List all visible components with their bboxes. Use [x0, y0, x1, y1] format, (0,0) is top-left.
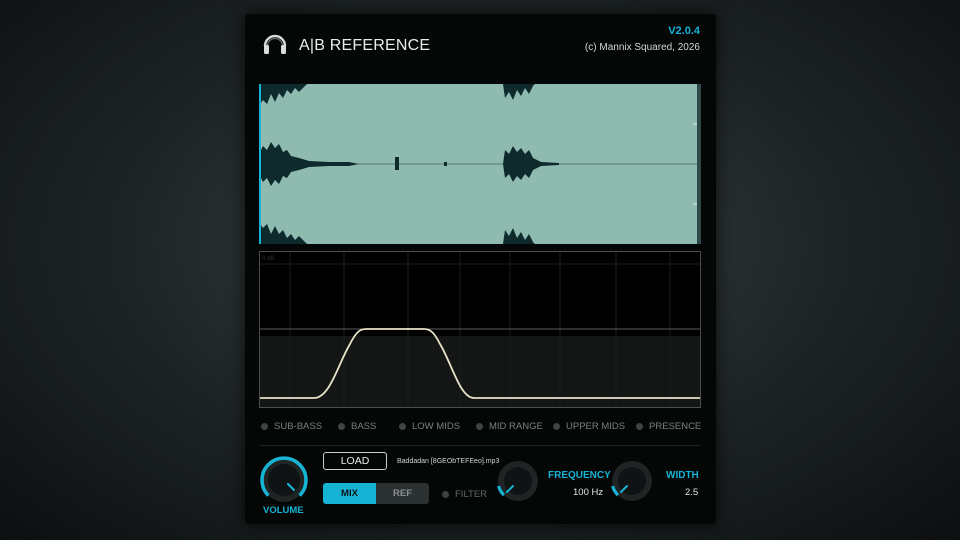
version-label: V2.0.4 [668, 25, 700, 37]
band-indicator-dot [636, 423, 643, 430]
band-bass[interactable]: BASS [338, 421, 376, 432]
mix-ref-toggle: MIX REF [323, 483, 429, 504]
ref-button[interactable]: REF [376, 483, 429, 504]
frequency-value: 100 Hz [573, 487, 604, 498]
frequency-label: FREQUENCY [548, 470, 611, 481]
width-label: WIDTH [666, 470, 699, 481]
mix-button[interactable]: MIX [323, 483, 376, 504]
load-button[interactable]: LOAD [323, 452, 387, 470]
band-indicator-dot [399, 423, 406, 430]
width-knob[interactable] [609, 458, 655, 504]
band-indicator-dot [476, 423, 483, 430]
band-presence[interactable]: PRESENCE [636, 421, 701, 432]
copyright-label: (c) Mannix Squared, 2026 [584, 42, 700, 53]
frequency-knob[interactable] [495, 458, 541, 504]
band-indicator-dot [553, 423, 560, 430]
band-label: PRESENCE [649, 421, 702, 432]
filter-label: FILTER [455, 489, 488, 500]
waveform-display[interactable] [259, 84, 701, 244]
eq-curve-display[interactable]: 0 dB [259, 251, 701, 408]
band-indicator-dot [338, 423, 345, 430]
app-title: A|B REFERENCE [299, 37, 431, 54]
loaded-filename: Baddadan [8GEObTEFEeo].mp3 [397, 458, 500, 465]
band-low-mids[interactable]: LOW MIDS [399, 421, 460, 432]
band-label: UPPER MIDS [566, 421, 626, 432]
volume-label: VOLUME [263, 505, 304, 516]
headphones-icon [263, 34, 287, 54]
filter-indicator-dot [442, 491, 449, 498]
band-label: LOW MIDS [412, 421, 461, 432]
band-label: SUB-BASS [274, 421, 323, 432]
band-mid-range[interactable]: MID RANGE [476, 421, 543, 432]
band-upper-mids[interactable]: UPPER MIDS [553, 421, 625, 432]
band-selector-row: SUB-BASS BASS LOW MIDS MID RANGE UPPER M… [261, 421, 701, 435]
filter-toggle[interactable]: FILTER [442, 489, 487, 500]
section-divider [259, 445, 701, 446]
band-label: MID RANGE [489, 421, 543, 432]
band-label: BASS [351, 421, 377, 432]
plugin-window: A|B REFERENCE V2.0.4 (c) Mannix Squared,… [245, 14, 716, 524]
band-sub-bass[interactable]: SUB-BASS [261, 421, 322, 432]
volume-knob[interactable] [259, 455, 309, 505]
width-value: 2.5 [685, 487, 699, 498]
band-indicator-dot [261, 423, 268, 430]
